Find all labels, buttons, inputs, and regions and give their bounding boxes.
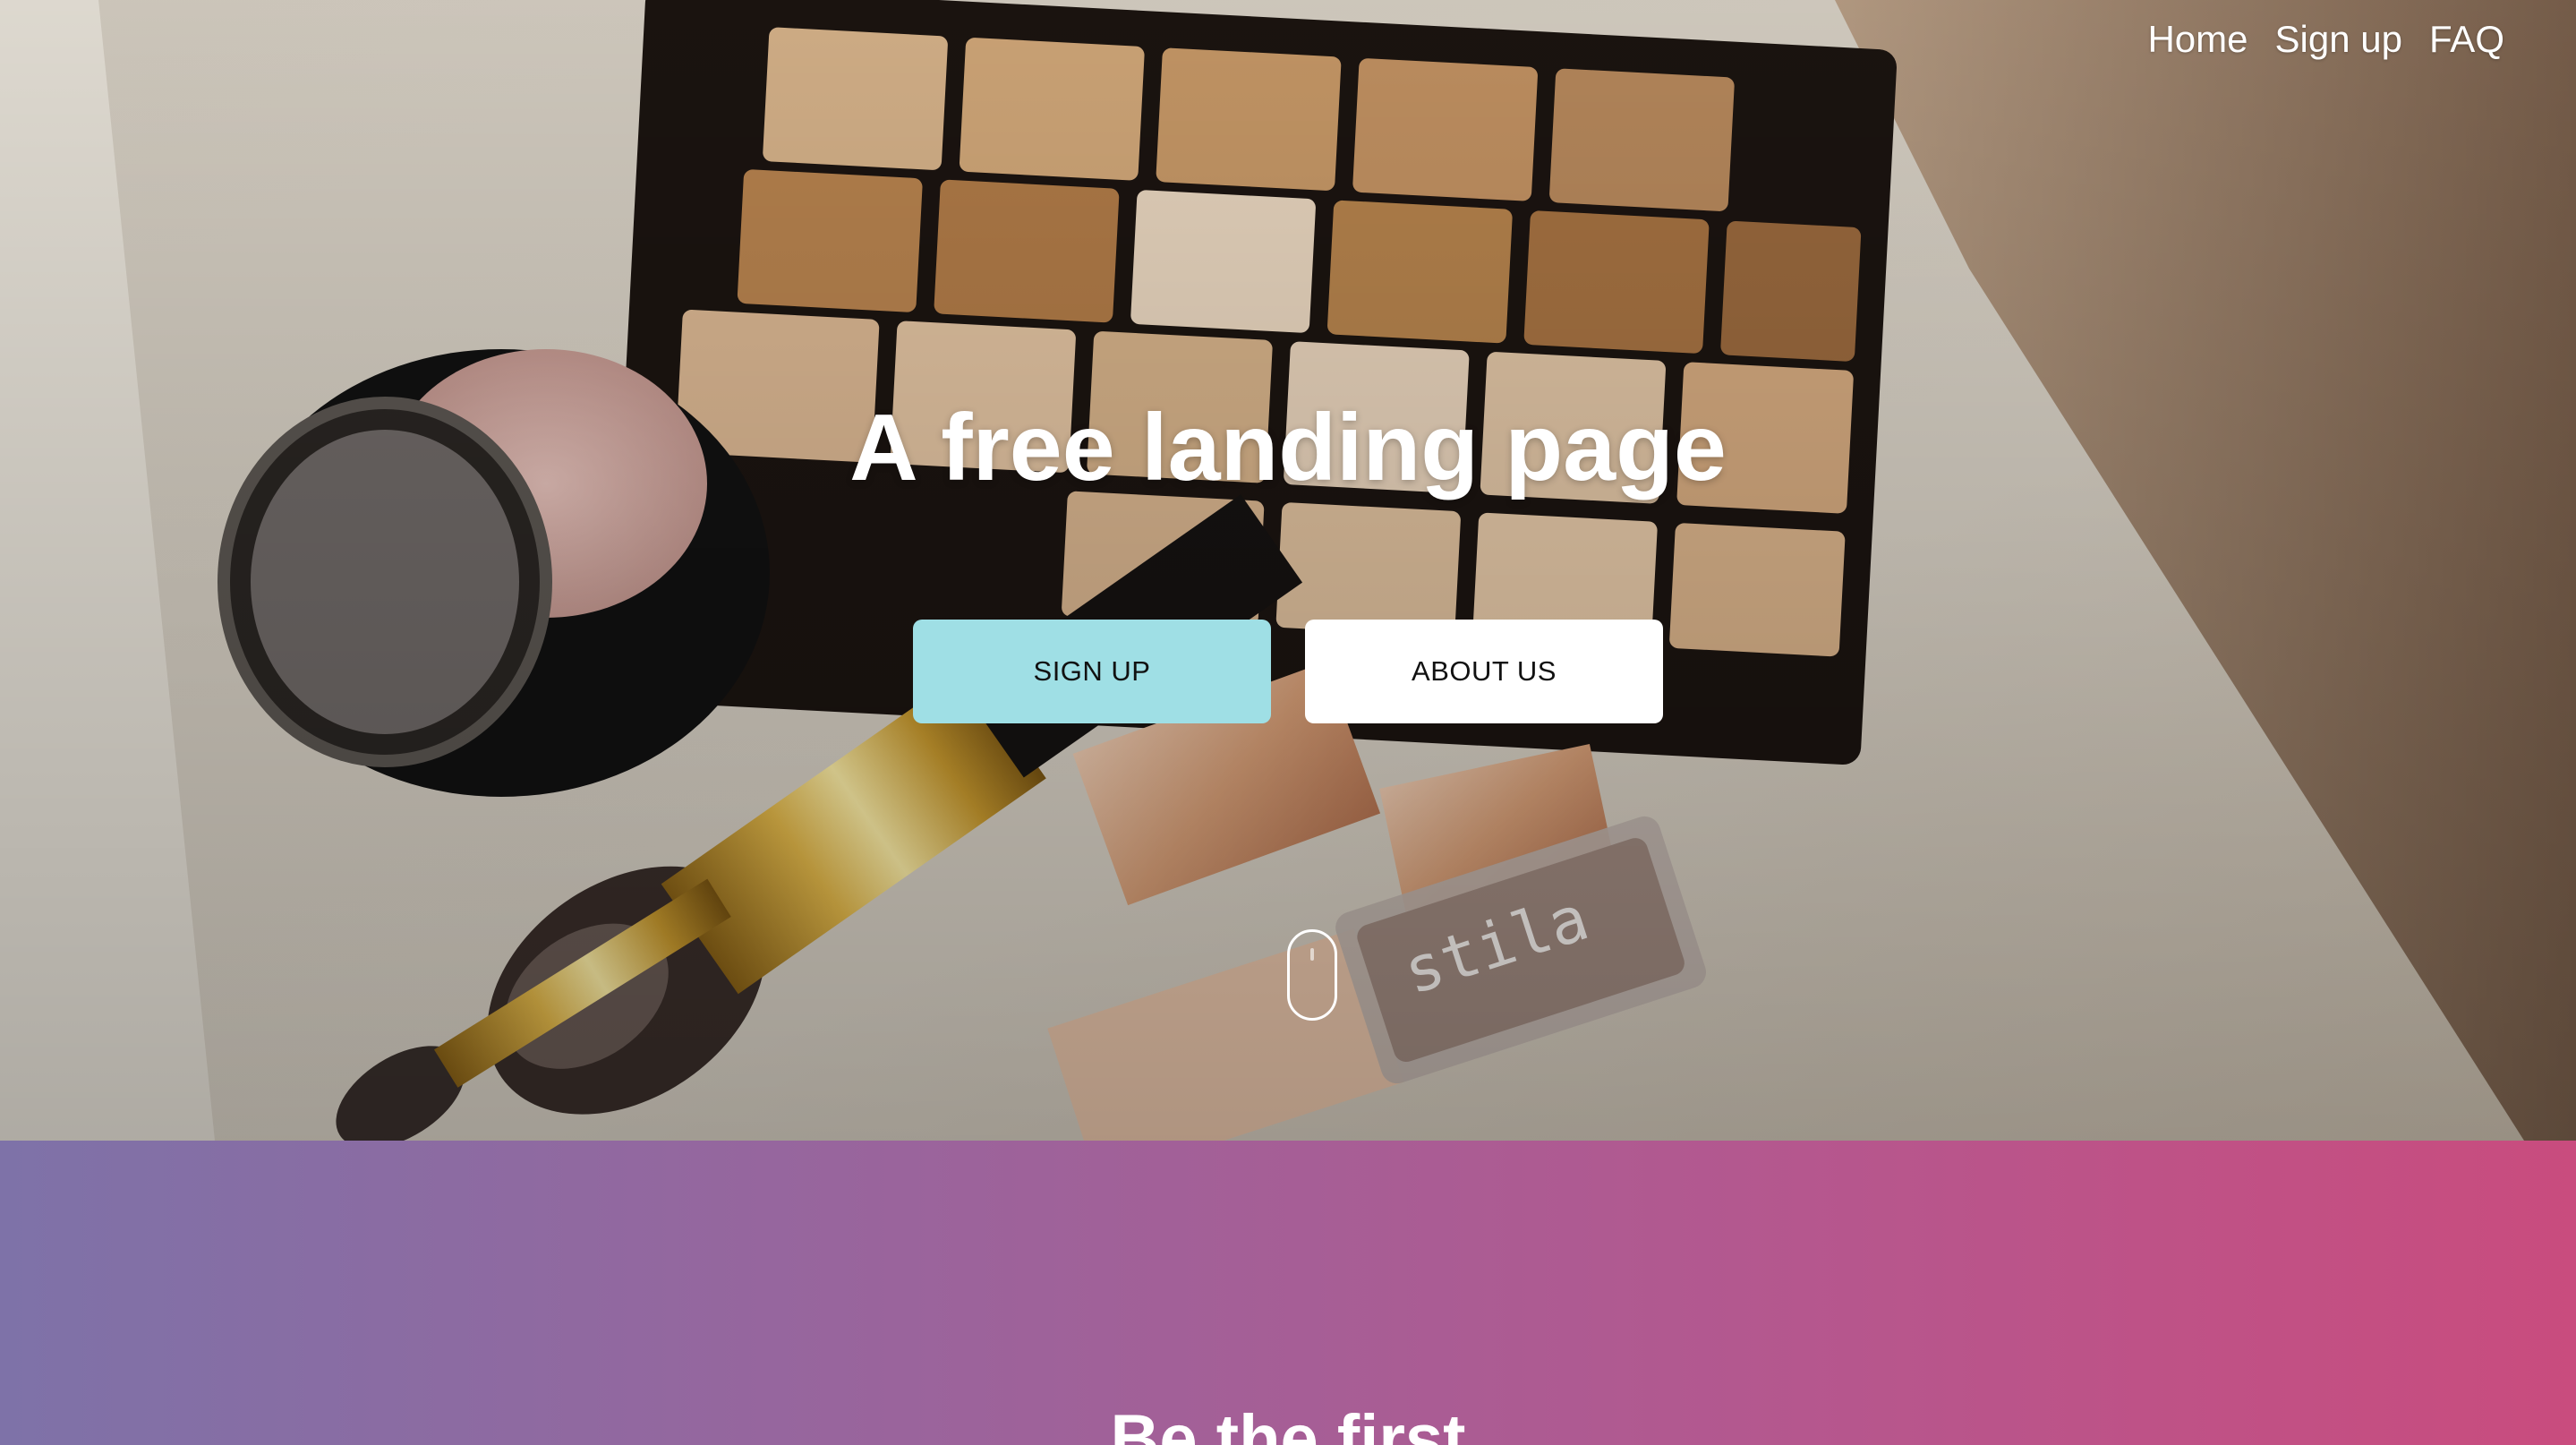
hero-button-group: SIGN UP ABOUT US [0, 620, 2576, 723]
hero-section: stila Home Sign up FAQ A free landing pa… [0, 0, 2576, 1141]
nav-faq-link[interactable]: FAQ [2429, 18, 2504, 61]
nav-signup-link[interactable]: Sign up [2275, 18, 2402, 61]
about-us-button[interactable]: ABOUT US [1305, 620, 1663, 723]
mouse-scroll-icon[interactable] [1287, 929, 1337, 1021]
sign-up-button[interactable]: SIGN UP [913, 620, 1271, 723]
landing-page: stila Home Sign up FAQ A free landing pa… [0, 0, 2576, 1445]
gradient-section: Be the first [0, 1141, 2576, 1445]
section-title: Be the first [1110, 1401, 1466, 1445]
hero-title: A free landing page [849, 395, 1727, 500]
top-navigation: Home Sign up FAQ [2147, 18, 2504, 61]
nav-home-link[interactable]: Home [2147, 18, 2248, 61]
